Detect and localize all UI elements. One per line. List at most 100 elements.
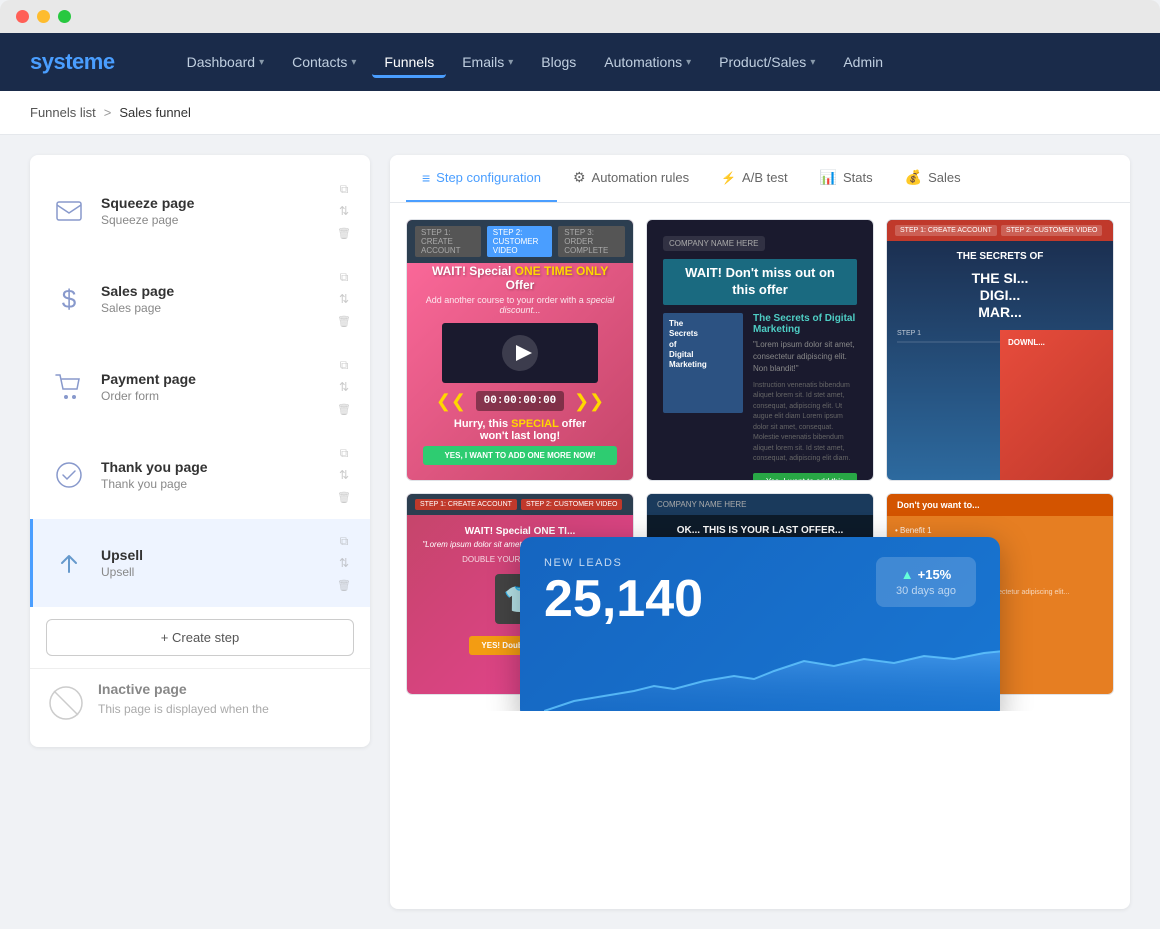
copy-icon[interactable]: ⧉ [334,443,354,463]
step-subtitle-squeeze: Squeeze page [101,213,322,227]
template-blue[interactable]: STEP 1: CREATE ACCOUNT STEP 2: CUSTOMER … [886,219,1114,481]
inactive-description: This page is displayed when the [98,700,269,718]
tab-ab-test[interactable]: ⚡ A/B test [705,156,803,201]
step-thankyou[interactable]: Thank you page Thank you page ⧉ ⇅ 🗑 [30,431,370,519]
nav-arrow: ▾ [259,57,264,68]
step-actions: ⧉ ⇅ 🗑 [334,179,354,243]
breadcrumb-current: Sales funnel [119,105,191,120]
step-actions-upsell: ⧉ ⇅ 🗑 [334,531,354,595]
inactive-info: Inactive page This page is displayed whe… [98,681,269,718]
tab-automation[interactable]: ⚙ Automation rules [557,155,705,202]
step-subtitle-payment: Order form [101,389,322,403]
list-icon: ≡ [422,170,430,186]
step-payment[interactable]: Payment page Order form ⧉ ⇅ 🗑 [30,343,370,431]
envelope-icon [49,191,89,231]
delete-icon[interactable]: 🗑 [334,575,354,595]
nav-dashboard[interactable]: Dashboard ▾ [175,46,277,78]
template-pink-upsell[interactable]: STEP 1: CREATE ACCOUNT STEP 2: CUSTOMER … [406,219,634,481]
check-icon [49,455,89,495]
nav-arrow: ▾ [351,57,356,68]
overlay-percent: ▲ +15% [892,567,960,582]
copy-icon[interactable]: ⧉ [334,531,354,551]
move-icon[interactable]: ⇅ [334,377,354,397]
tab-sales[interactable]: 💰 Sales [889,155,977,202]
step-actions-payment: ⧉ ⇅ 🗑 [334,355,354,419]
dot-yellow [37,10,50,23]
right-panel: ≡ Step configuration ⚙ Automation rules … [390,155,1130,909]
step-subtitle-upsell: Upsell [101,565,322,579]
step-info-payment: Payment page Order form [101,371,322,403]
move-icon[interactable]: ⇅ [334,553,354,573]
dot-red [16,10,29,23]
step-info-squeeze: Squeeze page Squeeze page [101,195,322,227]
video-placeholder [442,323,597,383]
overlay-chart [544,641,976,711]
navbar: systeme Dashboard ▾ Contacts ▾ Funnels E… [0,33,1160,91]
inactive-icon [46,683,86,723]
delete-icon[interactable]: 🗑 [334,487,354,507]
step-upsell[interactable]: Upsell Upsell ⧉ ⇅ 🗑 [30,519,370,607]
step-title-payment: Payment page [101,371,322,387]
step-info-thankyou: Thank you page Thank you page [101,459,322,491]
pink-content: WAIT! Special ONE TIME ONLY Offer Add an… [423,264,617,465]
tab-stats[interactable]: 📊 Stats [804,155,889,202]
gear-icon: ⚙ [573,169,586,186]
step-title-squeeze: Squeeze page [101,195,322,211]
tab-bar: ≡ Step configuration ⚙ Automation rules … [390,155,1130,203]
stats-icon: 📊 [820,169,837,186]
step-info-sales: Sales page Sales page [101,283,322,315]
leads-overlay-card: NEW LEADS 25,140 ▲ +15% 30 days ago [520,537,1000,711]
step-info-upsell: Upsell Upsell [101,547,322,579]
move-icon[interactable]: ⇅ [334,289,354,309]
logo[interactable]: systeme [30,49,115,75]
move-icon[interactable]: ⇅ [334,201,354,221]
step-sales[interactable]: $ Sales page Sales page ⧉ ⇅ 🗑 [30,255,370,343]
sales-icon: 💰 [905,169,922,186]
svg-text:$: $ [62,284,77,314]
nav-items: Dashboard ▾ Contacts ▾ Funnels Emails ▾ … [175,46,1130,78]
template-grid: STEP 1: CREATE ACCOUNT STEP 2: CUSTOMER … [390,203,1130,711]
nav-admin[interactable]: Admin [831,46,895,78]
step-subtitle-sales: Sales page [101,301,322,315]
nav-contacts[interactable]: Contacts ▾ [280,46,368,78]
nav-arrow: ▾ [508,57,513,68]
delete-icon[interactable]: 🗑 [334,311,354,331]
pink-header: STEP 1: CREATE ACCOUNT STEP 2: CUSTOMER … [407,220,633,263]
overlay-number: 25,140 [544,573,703,625]
funnel-sidebar: Squeeze page Squeeze page ⧉ ⇅ 🗑 $ Sales … [30,155,370,747]
step-title-thankyou: Thank you page [101,459,322,475]
dollar-icon: $ [49,279,89,319]
inactive-step: Inactive page This page is displayed whe… [30,668,370,735]
nav-automations[interactable]: Automations ▾ [592,46,703,78]
step-actions-sales: ⧉ ⇅ 🗑 [334,267,354,331]
copy-icon[interactable]: ⧉ [334,179,354,199]
copy-icon[interactable]: ⧉ [334,355,354,375]
nav-product-sales[interactable]: Product/Sales ▾ [707,46,827,78]
move-icon[interactable]: ⇅ [334,465,354,485]
step-subtitle-thankyou: Thank you page [101,477,322,491]
template-dark-offer[interactable]: COMPANY NAME HERE WAIT! Don't miss out o… [646,219,874,481]
breadcrumb: Funnels list > Sales funnel [0,91,1160,135]
cart-icon [49,367,89,407]
up-arrow-icon: ▲ [901,567,914,582]
arrow-up-icon [49,543,89,583]
nav-emails[interactable]: Emails ▾ [450,46,525,78]
create-step-button[interactable]: + Create step [46,619,354,656]
nav-blogs[interactable]: Blogs [529,46,588,78]
step-title-upsell: Upsell [101,547,322,563]
window-chrome [0,0,1160,33]
delete-icon[interactable]: 🗑 [334,223,354,243]
ab-icon: ⚡ [721,171,736,185]
tab-step-config[interactable]: ≡ Step configuration [406,156,557,202]
copy-icon[interactable]: ⧉ [334,267,354,287]
main-content: Squeeze page Squeeze page ⧉ ⇅ 🗑 $ Sales … [0,135,1160,929]
step-squeeze[interactable]: Squeeze page Squeeze page ⧉ ⇅ 🗑 [30,167,370,255]
nav-arrow: ▾ [810,57,815,68]
breadcrumb-separator: > [104,105,112,120]
delete-icon[interactable]: 🗑 [334,399,354,419]
breadcrumb-parent[interactable]: Funnels list [30,105,96,120]
overlay-label: NEW LEADS [544,557,703,569]
nav-funnels[interactable]: Funnels [372,46,446,78]
inactive-title: Inactive page [98,681,269,697]
dot-green [58,10,71,23]
